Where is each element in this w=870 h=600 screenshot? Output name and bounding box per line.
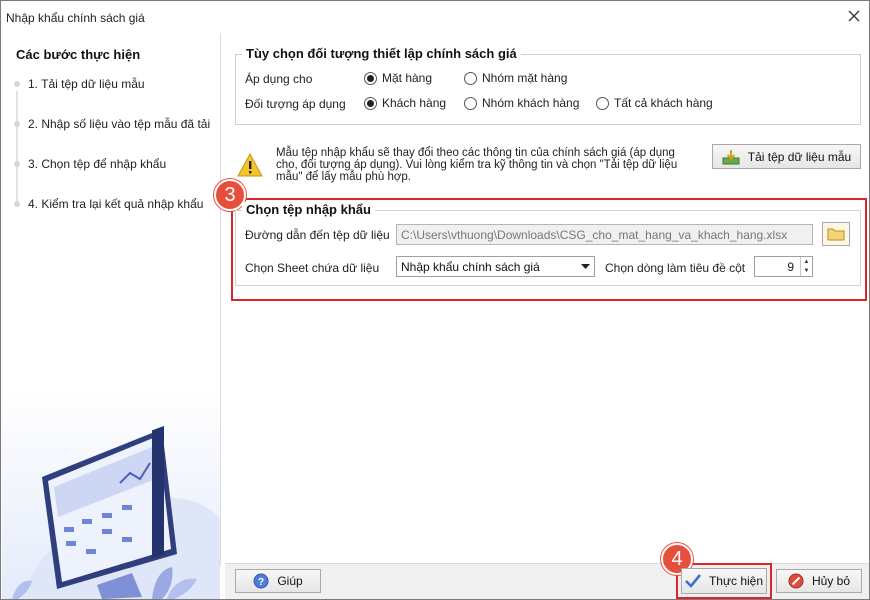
- cancel-icon: [788, 573, 804, 589]
- chevron-down-icon: [581, 263, 590, 269]
- check-icon: [685, 574, 701, 588]
- cancel-button[interactable]: Hủy bỏ: [776, 569, 862, 593]
- radio-circle[interactable]: [464, 96, 477, 110]
- stepper-down-icon[interactable]: ▼: [801, 267, 812, 277]
- title-bar: Nhập khẩu chính sách giá: [1, 1, 869, 31]
- file-path-input[interactable]: C:\Users\vthuong\Downloads\CSG_cho_mat_h…: [396, 224, 813, 245]
- step-item-1: 1. Tải tệp dữ liệu mẫu: [14, 77, 145, 91]
- file-select-legend: Chọn tệp nhập khẩu: [242, 202, 375, 217]
- warning-icon: [237, 153, 263, 177]
- help-button[interactable]: ? Giúp: [235, 569, 321, 593]
- step-item-4: 4. Kiểm tra lại kết quả nhập khẩu: [14, 197, 203, 211]
- execute-button[interactable]: Thực hiện: [681, 568, 767, 594]
- window-title: Nhập khẩu chính sách giá: [6, 11, 145, 25]
- monitor-illustration: [2, 389, 220, 599]
- help-icon: ?: [253, 573, 269, 589]
- close-icon[interactable]: [848, 10, 860, 22]
- panel-divider: [220, 33, 221, 567]
- step-item-2: 2. Nhập số liệu vào tệp mẫu đã tải: [14, 117, 210, 131]
- footer-bar: [225, 563, 869, 599]
- radio-target-customer[interactable]: Khách hàng: [364, 96, 446, 110]
- download-template-button[interactable]: Tải tệp dữ liệu mẫu: [712, 144, 861, 169]
- sheet-label: Chọn Sheet chứa dữ liệu: [245, 261, 380, 275]
- step-item-3: 3. Chọn tệp để nhập khẩu: [14, 157, 166, 171]
- steps-connector: [16, 91, 18, 203]
- radio-apply-item-group[interactable]: Nhóm mặt hàng: [464, 71, 567, 85]
- target-label: Đối tượng áp dụng: [245, 97, 346, 111]
- radio-circle[interactable]: [464, 71, 477, 85]
- file-select-group: Chọn tệp nhập khẩu Đường dẫn đến tệp dữ …: [235, 202, 861, 286]
- radio-circle-selected[interactable]: [364, 96, 377, 110]
- stepper-up-icon[interactable]: ▲: [801, 257, 812, 267]
- header-row-label: Chọn dòng làm tiêu đề cột: [605, 261, 746, 275]
- stepper-buttons[interactable]: ▲ ▼: [800, 257, 812, 276]
- file-path-label: Đường dẫn đến tệp dữ liệu: [245, 228, 390, 242]
- apply-for-label: Áp dụng cho: [245, 72, 313, 86]
- download-icon: [722, 149, 740, 164]
- options-legend: Tùy chọn đối tượng thiết lập chính sách …: [242, 46, 521, 61]
- svg-text:?: ?: [258, 577, 264, 588]
- close-button[interactable]: [843, 6, 865, 26]
- radio-target-all-customers[interactable]: Tất cả khách hàng: [596, 96, 713, 110]
- options-group: Tùy chọn đối tượng thiết lập chính sách …: [235, 46, 861, 125]
- radio-target-customer-group[interactable]: Nhóm khách hàng: [464, 96, 579, 110]
- browse-folder-button[interactable]: [822, 222, 850, 246]
- notice-text: Mẫu tệp nhập khẩu sẽ thay đổi theo các t…: [276, 147, 678, 183]
- steps-panel: Các bước thực hiện 1. Tải tệp dữ liệu mẫ…: [2, 33, 220, 599]
- radio-circle[interactable]: [596, 96, 609, 110]
- sheet-select[interactable]: Nhập khẩu chính sách giá: [396, 256, 595, 277]
- header-row-value: 9: [787, 260, 794, 274]
- radio-circle-selected[interactable]: [364, 71, 377, 85]
- folder-icon: [827, 228, 845, 241]
- header-row-stepper[interactable]: 9 ▲ ▼: [754, 256, 813, 277]
- steps-title: Các bước thực hiện: [16, 47, 141, 62]
- import-price-policy-dialog: Nhập khẩu chính sách giá Các bước thực h…: [0, 0, 870, 600]
- radio-apply-item[interactable]: Mặt hàng: [364, 71, 432, 85]
